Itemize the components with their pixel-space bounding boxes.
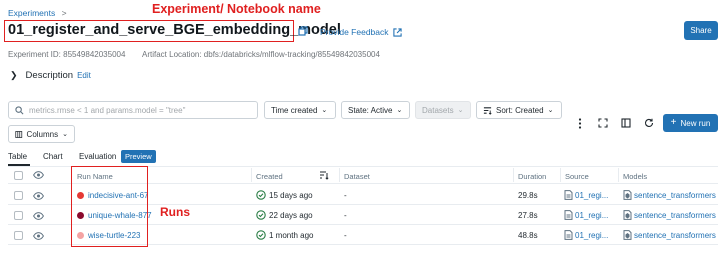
description-section: ❯ Description Edit (10, 70, 91, 81)
chevron-right-icon[interactable]: ❯ (10, 70, 18, 81)
annotation-runs-label: Runs (160, 205, 190, 219)
column-header-source[interactable]: Source (565, 172, 589, 181)
fullscreen-icon[interactable] (597, 117, 609, 129)
dataset-value: - (344, 191, 347, 200)
column-header-models[interactable]: Models (623, 172, 647, 181)
column-header-duration[interactable]: Duration (518, 172, 546, 181)
chevron-down-icon: ⌄ (457, 107, 464, 114)
breadcrumb: Experiments > (8, 8, 67, 18)
share-button[interactable]: Share (684, 21, 718, 40)
model-link[interactable]: sentence_transformers (634, 191, 716, 200)
plus-icon: + (670, 117, 677, 128)
chevron-down-icon: ⌄ (321, 107, 328, 114)
dataset-value: - (344, 211, 347, 220)
select-all-checkbox[interactable] (14, 171, 23, 180)
column-separator (513, 168, 514, 182)
artifact-location: Artifact Location: dbfs:/databricks/mlfl… (142, 50, 380, 59)
time-created-dropdown[interactable]: Time created ⌄ (264, 101, 336, 119)
column-header-created[interactable]: Created (256, 172, 283, 181)
visibility-eye-icon[interactable] (33, 212, 44, 222)
search-icon (15, 105, 24, 114)
row-checkbox[interactable] (14, 231, 23, 240)
sort-dropdown[interactable]: Sort: Created ⌄ (476, 101, 562, 119)
duration-value: 29.8s (518, 191, 538, 200)
provide-feedback-link[interactable]: Provide Feedback (320, 27, 402, 37)
status-success-icon (256, 210, 266, 222)
notebook-icon (564, 230, 573, 242)
created-time: 1 month ago (269, 231, 314, 240)
datasets-label: Datasets (422, 105, 454, 115)
columns-label: Columns (26, 129, 59, 139)
dataset-value: - (344, 231, 347, 240)
breadcrumb-separator: > (61, 8, 67, 18)
source-link[interactable]: 01_regi... (575, 231, 608, 240)
model-link[interactable]: sentence_transformers (634, 211, 716, 220)
time-created-label: Time created (271, 105, 318, 115)
page-title: 01_register_and_serve_BGE_embedding_mode… (8, 22, 341, 38)
source-link[interactable]: 01_regi... (575, 211, 608, 220)
state-dropdown[interactable]: State: Active ⌄ (341, 101, 410, 119)
created-time: 22 days ago (269, 211, 313, 220)
column-separator (339, 168, 340, 182)
sort-label: Sort: Created (496, 105, 544, 115)
notebook-icon (564, 190, 573, 202)
columns-dropdown[interactable]: Columns ⌄ (8, 125, 75, 143)
preview-badge: Preview (121, 150, 156, 163)
model-icon (623, 210, 632, 222)
external-link-icon (392, 27, 402, 37)
chevron-down-icon: ⌄ (396, 107, 403, 114)
status-success-icon (256, 190, 266, 202)
tab-table[interactable]: Table (8, 152, 27, 161)
sort-descending-icon[interactable] (319, 170, 329, 182)
state-label: State: Active (348, 105, 393, 115)
provide-feedback-label: Provide Feedback (320, 27, 389, 37)
search-input[interactable] (29, 105, 244, 115)
annotation-runs-box (71, 166, 148, 247)
notebook-icon (564, 210, 573, 222)
chevron-down-icon: ⌄ (62, 131, 68, 138)
share-button-label: Share (690, 26, 712, 35)
model-icon (623, 230, 632, 242)
annotation-notebook-label: Experiment/ Notebook name (152, 2, 321, 16)
column-separator (560, 168, 561, 182)
visibility-eye-icon[interactable] (33, 192, 44, 202)
status-success-icon (256, 230, 266, 242)
model-link[interactable]: sentence_transformers (634, 231, 716, 240)
search-box[interactable] (8, 101, 258, 119)
more-options-icon[interactable] (574, 117, 586, 129)
copy-icon[interactable] (297, 25, 309, 37)
new-run-label: New run (680, 118, 711, 128)
refresh-icon[interactable] (643, 117, 655, 129)
created-time: 15 days ago (269, 191, 313, 200)
row-checkbox[interactable] (14, 211, 23, 220)
row-checkbox[interactable] (14, 191, 23, 200)
column-separator (618, 168, 619, 182)
experiment-id: Experiment ID: 85549842035004 (8, 50, 126, 59)
duration-value: 48.8s (518, 231, 538, 240)
column-separator (251, 168, 252, 182)
columns-icon (15, 130, 23, 138)
description-label: Description (25, 70, 74, 81)
source-link[interactable]: 01_regi... (575, 191, 608, 200)
new-run-button[interactable]: + New run (663, 114, 718, 132)
breadcrumb-experiments-link[interactable]: Experiments (8, 8, 55, 18)
tab-evaluation[interactable]: Evaluation (79, 152, 116, 161)
visibility-eye-icon[interactable] (33, 171, 44, 181)
visibility-eye-icon[interactable] (33, 232, 44, 242)
tab-chart[interactable]: Chart (43, 152, 63, 161)
chevron-down-icon: ⌄ (547, 107, 554, 114)
side-panel-icon[interactable] (620, 117, 632, 129)
column-header-dataset[interactable]: Dataset (344, 172, 370, 181)
description-edit-link[interactable]: Edit (77, 71, 91, 80)
model-icon (623, 190, 632, 202)
datasets-dropdown[interactable]: Datasets ⌄ (415, 101, 471, 119)
duration-value: 27.8s (518, 211, 538, 220)
sort-icon (483, 106, 492, 115)
